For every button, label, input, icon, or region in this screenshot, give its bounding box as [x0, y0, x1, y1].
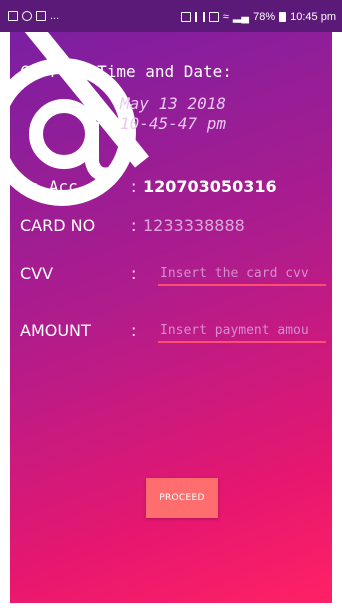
card-no-row: CARD NO : 1233338888	[20, 216, 322, 244]
status-bar: ... ≈ ▂▄ 78% 10:45 pm	[0, 0, 342, 32]
amount-input[interactable]	[158, 321, 326, 343]
image-icon	[8, 11, 18, 21]
signal-icon: ▂▄	[232, 11, 250, 23]
cvv-row: CVV :	[20, 264, 326, 292]
mute-icon	[194, 11, 205, 22]
amount-row: AMOUNT :	[20, 321, 326, 349]
cvv-label: CVV	[20, 264, 54, 283]
at-icon	[22, 11, 32, 21]
wifi-icon: ≈	[222, 10, 229, 23]
current-date: May 13 2018	[120, 94, 226, 113]
status-time: 10:45 pm	[290, 10, 336, 23]
current-time: 10-45-47 pm	[120, 114, 226, 133]
status-overflow-text: ...	[50, 10, 60, 22]
battery-percent: 78%	[253, 10, 276, 23]
to-acc-colon: :	[131, 177, 137, 196]
image-icon	[36, 11, 46, 21]
amount-colon: :	[131, 321, 137, 340]
card-no-value: 1233338888	[143, 216, 245, 235]
card-no-label: CARD NO	[20, 216, 96, 235]
proceed-button[interactable]: PROCEED	[146, 478, 218, 518]
cvv-colon: :	[131, 264, 137, 283]
to-acc-row: To Acc : 120703050316	[20, 177, 322, 205]
battery-icon	[279, 11, 287, 22]
amount-label: AMOUNT	[20, 321, 91, 340]
to-acc-value: 120703050316	[143, 177, 277, 196]
alarm-icon	[180, 11, 191, 22]
nfc-icon	[208, 11, 219, 22]
payment-screen: Current Time and Date: May 13 2018 10-45…	[10, 32, 332, 603]
status-bar-left: ...	[8, 10, 59, 22]
to-acc-label: To Acc	[20, 177, 78, 196]
page-title: Current Time and Date:	[20, 62, 232, 81]
cvv-input[interactable]	[158, 264, 326, 286]
status-bar-right: ≈ ▂▄ 78% 10:45 pm	[180, 10, 336, 23]
card-no-colon: :	[131, 216, 137, 235]
